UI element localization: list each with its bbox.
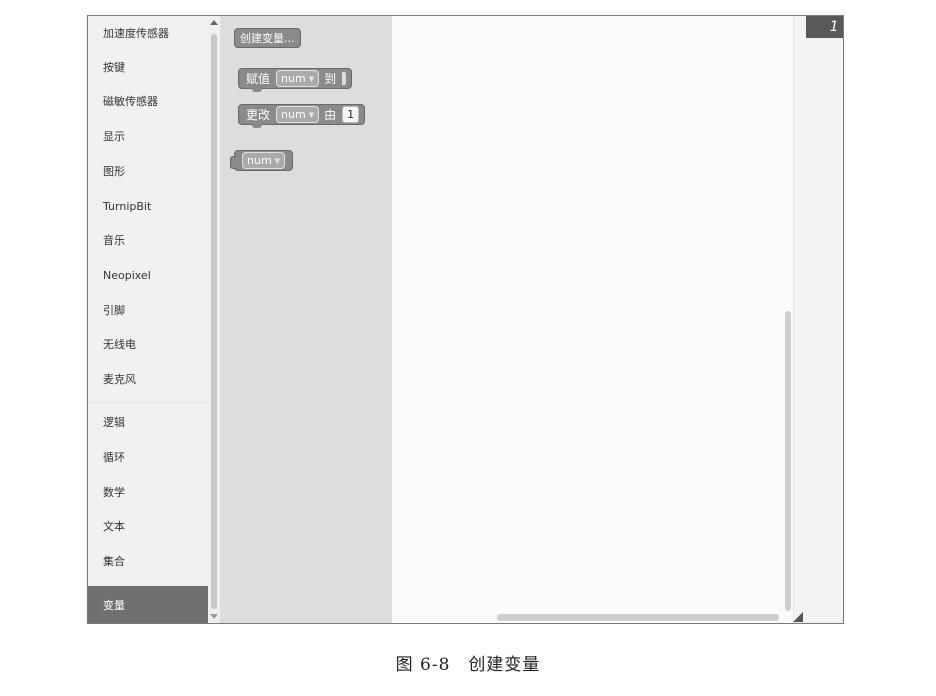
- get-variable-block[interactable]: num ▼: [230, 150, 294, 171]
- category-variables[interactable]: 变量: [88, 586, 208, 623]
- resize-handle-icon[interactable]: [793, 612, 803, 622]
- category-accelerometer[interactable]: 加速度传感器: [88, 16, 208, 50]
- category-neopixel[interactable]: Neopixel: [88, 258, 208, 292]
- category-magnetometer[interactable]: 磁敏传感器: [88, 84, 208, 118]
- dropdown-arrow-icon: ▼: [308, 110, 315, 119]
- value-socket: [342, 72, 347, 85]
- set-variable-block[interactable]: 赋值 num ▼ 到: [238, 68, 353, 92]
- block-flyout: 创建变量... 赋值 num ▼ 到 更改 num ▼ 由 1 num ▼: [220, 16, 392, 623]
- category-music[interactable]: 音乐: [88, 223, 208, 257]
- workspace-horizontal-scrollbar[interactable]: [497, 614, 779, 621]
- number-input[interactable]: 1: [342, 106, 360, 123]
- category-math[interactable]: 数学: [88, 475, 208, 509]
- create-variable-button[interactable]: 创建变量...: [234, 28, 301, 48]
- dropdown-arrow-icon: ▼: [274, 156, 281, 165]
- scroll-down-icon[interactable]: [210, 614, 218, 619]
- category-lists[interactable]: 集合: [88, 544, 208, 578]
- category-pins[interactable]: 引脚: [88, 293, 208, 327]
- category-image[interactable]: 图形: [88, 154, 208, 188]
- workspace-vertical-scrollbar[interactable]: [785, 311, 791, 611]
- block-notch: [252, 124, 262, 128]
- category-separator: [88, 402, 208, 403]
- variable-dropdown[interactable]: num ▼: [276, 70, 320, 87]
- category-loops[interactable]: 循环: [88, 440, 208, 474]
- variable-dropdown[interactable]: num ▼: [242, 152, 286, 169]
- change-variable-block[interactable]: 更改 num ▼ 由 1: [238, 104, 366, 128]
- output-plug: [230, 156, 236, 169]
- category-display[interactable]: 显示: [88, 119, 208, 153]
- line-number: 1: [806, 16, 843, 38]
- variable-dropdown[interactable]: num ▼: [276, 106, 320, 123]
- blockly-editor: 加速度传感器 按键 磁敏传感器 显示 图形 TurnipBit 音乐 Neopi…: [87, 15, 844, 624]
- workspace[interactable]: [392, 16, 793, 623]
- category-buttons[interactable]: 按键: [88, 50, 208, 84]
- sidebar-scrollbar[interactable]: [208, 16, 220, 623]
- block-notch: [252, 88, 262, 92]
- category-logic[interactable]: 逻辑: [88, 405, 208, 439]
- category-text[interactable]: 文本: [88, 509, 208, 543]
- category-microphone[interactable]: 麦克风: [88, 362, 208, 396]
- category-turnipbit[interactable]: TurnipBit: [88, 189, 208, 223]
- category-sidebar: 加速度传感器 按键 磁敏传感器 显示 图形 TurnipBit 音乐 Neopi…: [88, 16, 208, 623]
- code-panel: 1: [793, 16, 843, 623]
- scroll-up-icon[interactable]: [210, 20, 218, 25]
- category-radio[interactable]: 无线电: [88, 327, 208, 361]
- figure-caption: 图 6-8 创建变量: [395, 655, 541, 675]
- dropdown-arrow-icon: ▼: [308, 74, 315, 83]
- sidebar-scroll-thumb[interactable]: [211, 34, 217, 609]
